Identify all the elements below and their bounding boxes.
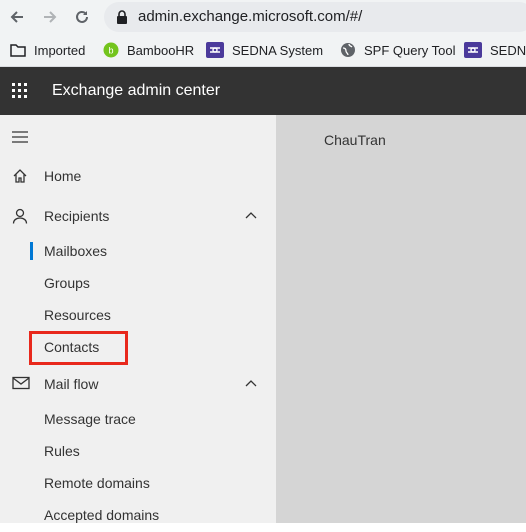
- lock-icon: [117, 10, 127, 24]
- sedna-icon: [464, 42, 482, 58]
- nav-message-trace-label: Message trace: [44, 411, 136, 427]
- active-indicator: [30, 242, 33, 260]
- back-arrow-icon: [10, 11, 23, 23]
- bookmark-imported[interactable]: Imported: [10, 40, 85, 60]
- user-name: ChauTran: [324, 132, 386, 148]
- hamburger-menu-icon[interactable]: [12, 130, 28, 148]
- nav-rules[interactable]: Rules: [0, 436, 276, 468]
- reload-button[interactable]: [70, 5, 94, 29]
- bookmark-sedna[interactable]: SEDNA: [464, 40, 526, 60]
- nav-mailboxes-label: Mailboxes: [44, 243, 108, 259]
- chevron-up-icon[interactable]: [245, 379, 257, 387]
- chevron-up-icon[interactable]: [245, 211, 257, 219]
- nav-recipients[interactable]: Recipients: [0, 200, 276, 232]
- address-bar[interactable]: admin.exchange.microsoft.com/#/: [104, 2, 526, 32]
- app-header: Exchange admin center: [0, 67, 526, 115]
- sedna-icon: [206, 42, 224, 58]
- bookmark-label: BambooHR: [127, 42, 195, 58]
- nav-accepted-domains[interactable]: Accepted domains: [0, 500, 276, 532]
- nav-recipients-label: Recipients: [44, 208, 110, 224]
- mail-icon: [12, 376, 30, 390]
- app-launcher-waffle-icon[interactable]: [12, 83, 28, 104]
- person-icon: [12, 208, 28, 224]
- url-text: admin.exchange.microsoft.com/#/: [138, 8, 363, 25]
- nav-resources-label: Resources: [44, 307, 111, 323]
- contacts-highlight-box: [29, 331, 128, 365]
- forward-button[interactable]: [38, 5, 62, 29]
- forward-arrow-icon: [44, 11, 57, 23]
- bookmark-label: Imported: [34, 42, 86, 58]
- bookmark-spf-query-tool[interactable]: SPF Query Tool: [340, 40, 456, 60]
- main-content: ChauTran: [276, 115, 526, 523]
- nav-remote-domains[interactable]: Remote domains: [0, 468, 276, 500]
- bookmark-label: SEDNA System: [232, 42, 324, 58]
- reload-icon: [76, 10, 88, 23]
- nav-message-trace[interactable]: Message trace: [0, 404, 276, 436]
- nav-remote-domains-label: Remote domains: [44, 475, 150, 491]
- back-button[interactable]: [5, 5, 29, 29]
- home-icon: [13, 169, 27, 183]
- nav-groups[interactable]: Groups: [0, 268, 276, 300]
- nav-resources[interactable]: Resources: [0, 300, 276, 332]
- left-navigation: Home Recipients Mailboxes Groups Resourc…: [0, 115, 276, 523]
- bookmarks-bar: Imported b BambooHR SEDNA System SPF Que…: [0, 34, 526, 67]
- globe-icon: [340, 42, 356, 58]
- bamboohr-icon: b: [103, 42, 119, 58]
- bookmark-bamboohr[interactable]: b BambooHR: [103, 40, 194, 60]
- bookmark-label: SEDNA: [490, 42, 526, 58]
- nav-groups-label: Groups: [44, 275, 90, 291]
- nav-mailboxes[interactable]: Mailboxes: [0, 236, 276, 268]
- svg-text:b: b: [108, 46, 113, 56]
- bookmark-label: SPF Query Tool: [364, 42, 456, 58]
- folder-icon: [10, 43, 26, 57]
- nav-home-label: Home: [44, 168, 82, 184]
- nav-mail-flow[interactable]: Mail flow: [0, 368, 276, 400]
- nav-home[interactable]: Home: [0, 160, 276, 192]
- nav-mail-flow-label: Mail flow: [44, 376, 99, 392]
- browser-toolbar: admin.exchange.microsoft.com/#/: [0, 0, 526, 34]
- nav-rules-label: Rules: [44, 443, 80, 459]
- bookmark-sedna-system[interactable]: SEDNA System: [206, 40, 323, 60]
- nav-accepted-domains-label: Accepted domains: [44, 507, 160, 523]
- app-title: Exchange admin center: [52, 82, 221, 99]
